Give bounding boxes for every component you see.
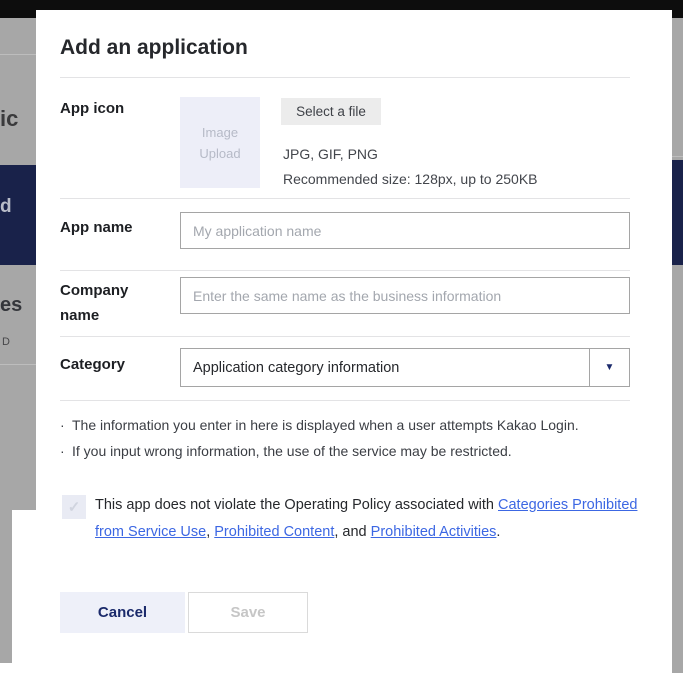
file-size-hint: Recommended size: 128px, up to 250KB	[283, 171, 538, 187]
policy-part: , and	[334, 524, 370, 540]
policy-text: This app does not violate the Operating …	[95, 492, 647, 545]
bullet-icon: ·	[60, 438, 72, 464]
select-file-button[interactable]: Select a file	[281, 98, 381, 125]
row-divider-3	[60, 336, 630, 337]
policy-link-prohibited-content[interactable]: Prohibited Content	[214, 524, 334, 540]
category-label: Category	[60, 352, 164, 377]
row-divider-1	[60, 198, 630, 199]
policy-link-prohibited-activities[interactable]: Prohibited Activities	[371, 524, 497, 540]
cancel-button[interactable]: Cancel	[60, 592, 185, 633]
notes-list: · The information you enter in here is d…	[60, 412, 640, 464]
category-caret-zone[interactable]: ▼	[589, 349, 629, 386]
title-divider	[60, 77, 630, 78]
screen: ic d es D Add an application App icon Im…	[0, 0, 683, 673]
background-left-strip	[0, 18, 36, 165]
policy-checkbox[interactable]: ✓	[62, 495, 86, 519]
app-icon-label: App icon	[60, 96, 164, 121]
background-left-strip-bottom	[0, 510, 12, 663]
bullet-icon: ·	[60, 412, 72, 438]
note-item: · If you input wrong information, the us…	[60, 438, 640, 464]
check-icon: ✓	[68, 498, 81, 516]
background-right-strip	[672, 18, 683, 673]
background-small-fragment: D	[2, 336, 36, 348]
category-selected-value: Application category information	[181, 360, 589, 376]
company-name-input[interactable]	[180, 277, 630, 314]
background-heading-fragment: ic	[0, 106, 36, 132]
background-left-divider-2	[0, 364, 36, 365]
background-right-divider	[672, 156, 683, 157]
save-button[interactable]: Save	[188, 592, 308, 633]
row-divider-4	[60, 400, 630, 401]
image-upload-placeholder: Image Upload	[190, 122, 250, 164]
dialog-title: Add an application	[60, 36, 248, 60]
add-application-dialog: Add an application App icon Image Upload…	[36, 10, 672, 673]
image-upload-dropzone[interactable]: Image Upload	[180, 97, 260, 188]
background-banner-fragment: d	[0, 196, 36, 218]
app-name-label: App name	[60, 215, 164, 240]
file-formats-hint: JPG, GIF, PNG	[283, 146, 378, 162]
note-item: · The information you enter in here is d…	[60, 412, 640, 438]
company-name-label: Company name	[60, 278, 150, 328]
chevron-down-icon: ▼	[605, 363, 615, 373]
row-divider-2	[60, 270, 630, 271]
note-text: If you input wrong information, the use …	[72, 438, 512, 464]
background-left-divider	[0, 54, 36, 55]
note-text: The information you enter in here is dis…	[72, 412, 579, 438]
app-name-input[interactable]	[180, 212, 630, 249]
category-select[interactable]: Application category information ▼	[180, 348, 630, 387]
background-right-banner	[672, 160, 683, 265]
policy-part: This app does not violate the Operating …	[95, 497, 498, 513]
background-subheading-fragment: es	[0, 294, 36, 317]
policy-part: .	[496, 524, 500, 540]
